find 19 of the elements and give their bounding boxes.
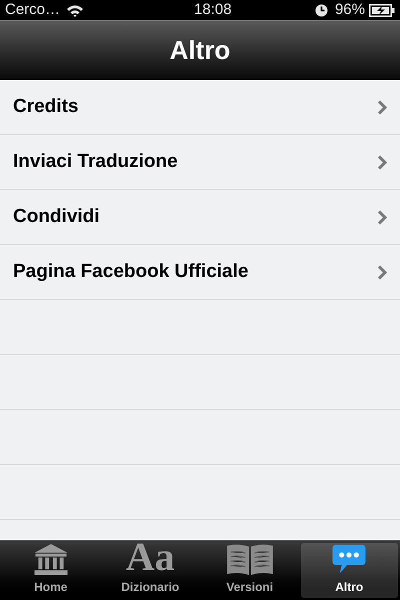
menu-row[interactable]: Inviaci Traduzione [0, 135, 400, 190]
battery-text: 96% [334, 0, 365, 20]
clock-icon [314, 4, 328, 16]
menu-row[interactable]: Pagina Facebook Ufficiale [0, 245, 400, 300]
chevron-icon [377, 210, 387, 224]
tab-button[interactable]: Altro [300, 543, 398, 598]
menu-row[interactable]: Credits [0, 80, 400, 135]
nav-title: Altro [170, 34, 230, 67]
building-icon [32, 543, 70, 576]
wifi-icon [66, 4, 84, 16]
tab-button[interactable]: Versioni [201, 543, 298, 598]
chevron-icon [377, 154, 387, 170]
carrier-text: Cerco… [5, 0, 60, 20]
clock-text: 18:08 [194, 0, 232, 20]
chevron-icon [377, 264, 387, 280]
tab-button[interactable]: Home [2, 543, 100, 598]
battery-charging-icon [369, 4, 395, 16]
chevron-icon [377, 100, 387, 114]
menu-row[interactable]: Condividi [0, 190, 400, 245]
